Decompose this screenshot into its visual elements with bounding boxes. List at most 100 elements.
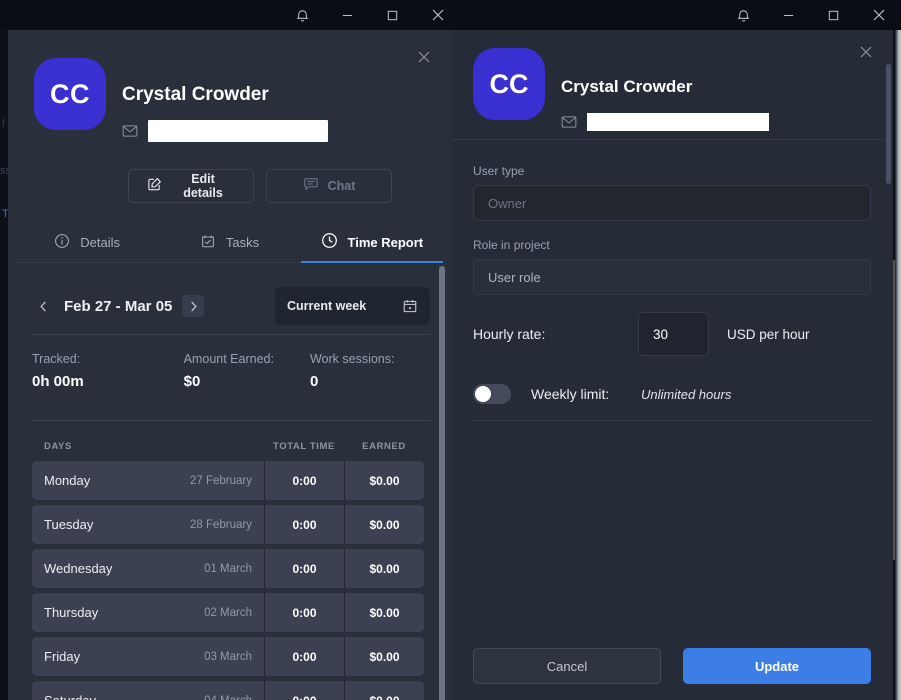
right-window-header: CC Crystal Crowder [451, 30, 893, 140]
app-root: l ss T CC Crystal Crowder Edit details C… [0, 0, 901, 700]
edit-details-label: Edit details [183, 172, 223, 200]
weekly-limit-toggle[interactable] [473, 384, 511, 404]
table-row[interactable]: Wednesday 01 March 0:00 $0.00 [32, 549, 430, 588]
day-name: Monday [44, 473, 91, 488]
day-date: 28 February [189, 518, 252, 531]
update-button[interactable]: Update [683, 648, 871, 684]
day-date: 01 March [204, 562, 252, 575]
table-row[interactable]: Friday 03 March 0:00 $0.00 [32, 637, 430, 676]
week-navigator: Feb 27 - Mar 05 Current week [32, 286, 430, 326]
email-row [561, 113, 769, 131]
week-range-label: Feb 27 - Mar 05 [64, 297, 173, 315]
tab-bar: Details Tasks Time Report [16, 222, 444, 263]
close-button[interactable] [415, 0, 460, 30]
divider [473, 420, 871, 421]
titlebar-left [0, 0, 460, 30]
cell-day: Friday 03 March [32, 637, 264, 676]
column-header-earned: EARNED [362, 440, 406, 452]
edit-icon [147, 177, 162, 195]
summary-tracked: Tracked: 0h 00m [32, 352, 184, 390]
role-in-project-input[interactable]: User role [473, 259, 871, 295]
mail-icon [561, 116, 577, 128]
summary-work-sessions-label: Work sessions: [309, 352, 395, 366]
notifications-icon[interactable] [721, 0, 766, 30]
cell-day: Tuesday 28 February [32, 505, 264, 544]
cell-earned: $0.00 [344, 549, 424, 588]
hourly-rate-label: Hourly rate: [473, 326, 546, 342]
email-redacted-field[interactable] [148, 120, 328, 142]
prev-week-button[interactable] [32, 295, 54, 317]
close-button[interactable] [856, 0, 901, 30]
day-name: Saturday [44, 693, 96, 700]
hourly-rate-unit: USD per hour [727, 326, 810, 342]
cell-day: Saturday 04 March [32, 681, 264, 700]
next-week-button[interactable] [182, 295, 205, 317]
cancel-button[interactable]: Cancel [473, 648, 661, 684]
cell-day: Monday 27 February [32, 461, 264, 500]
hourly-rate-input[interactable]: 30 [638, 312, 709, 356]
summary-work-sessions-value: 0 [309, 373, 319, 390]
avatar: CC [34, 58, 106, 130]
day-name: Wednesday [44, 561, 113, 576]
table-row[interactable]: Tuesday 28 February 0:00 $0.00 [32, 505, 430, 544]
right-window-body: User type Owner Role in project User rol… [451, 140, 893, 404]
email-redacted-field[interactable] [587, 113, 769, 131]
mail-icon [122, 125, 138, 137]
weekly-limit-value: Unlimited hours [641, 386, 732, 402]
cell-total-time: 0:00 [264, 593, 344, 632]
tab-tasks[interactable]: Tasks [158, 222, 300, 262]
cell-earned: $0.00 [344, 593, 424, 632]
time-table-header: DAYS TOTAL TIME EARNED [32, 435, 430, 457]
user-type-label: User type [473, 164, 525, 178]
summary-amount-earned-label: Amount Earned: [183, 352, 274, 366]
header-actions: Edit details Chat [128, 169, 392, 203]
close-icon[interactable] [411, 44, 437, 70]
minimize-button[interactable] [766, 0, 811, 30]
email-row [122, 120, 328, 142]
divider [32, 334, 430, 335]
right-window-scrollbar[interactable] [886, 64, 891, 184]
cell-earned: $0.00 [344, 461, 424, 500]
chat-icon [303, 177, 319, 195]
left-window-scrollbar[interactable] [439, 266, 445, 700]
edit-details-button[interactable]: Edit details [128, 169, 254, 203]
cell-earned: $0.00 [344, 505, 424, 544]
user-type-input[interactable]: Owner [473, 185, 871, 221]
divider [32, 420, 430, 421]
table-row[interactable]: Monday 27 February 0:00 $0.00 [32, 461, 430, 500]
cell-day: Wednesday 01 March [32, 549, 264, 588]
column-header-days: DAYS [44, 440, 72, 452]
page-title: Crystal Crowder [561, 77, 693, 96]
field-user-type: User type Owner [473, 164, 871, 221]
tasks-icon [200, 233, 216, 252]
chat-label: Chat [327, 179, 356, 193]
info-icon [54, 233, 70, 252]
user-edit-window: CC Crystal Crowder User type Owner Role … [451, 30, 893, 700]
week-range-select-value: Current week [287, 299, 367, 313]
toggle-knob [475, 386, 491, 402]
cell-total-time: 0:00 [264, 637, 344, 676]
titlebar-right [460, 0, 901, 30]
summary-tracked-value: 0h 00m [32, 373, 84, 390]
table-row[interactable]: Saturday 04 March 0:00$0.00 [32, 681, 430, 700]
hourly-rate-row: Hourly rate: 30 USD per hour [473, 312, 871, 356]
table-row[interactable]: Thursday 02 March 0:00 $0.00 [32, 593, 430, 632]
maximize-button[interactable] [811, 0, 856, 30]
notifications-icon[interactable] [280, 0, 325, 30]
summary-amount-earned-value: $0 [183, 373, 201, 390]
minimize-button[interactable] [325, 0, 370, 30]
role-in-project-label: Role in project [473, 238, 550, 252]
clock-icon [321, 232, 338, 252]
tab-details[interactable]: Details [16, 222, 158, 262]
maximize-button[interactable] [370, 0, 415, 30]
cell-total-time: 0:00 [264, 549, 344, 588]
close-icon[interactable] [853, 39, 879, 65]
day-name: Tuesday [44, 517, 94, 532]
chat-button[interactable]: Chat [266, 169, 392, 203]
time-summary: Tracked: 0h 00m Amount Earned: $0 Work s… [32, 352, 430, 390]
background-window-edge [895, 30, 901, 700]
avatar: CC [473, 48, 545, 120]
summary-amount-earned: Amount Earned: $0 [184, 352, 310, 390]
week-range-select[interactable]: Current week [275, 287, 430, 325]
tab-time-report[interactable]: Time Report [300, 222, 444, 263]
